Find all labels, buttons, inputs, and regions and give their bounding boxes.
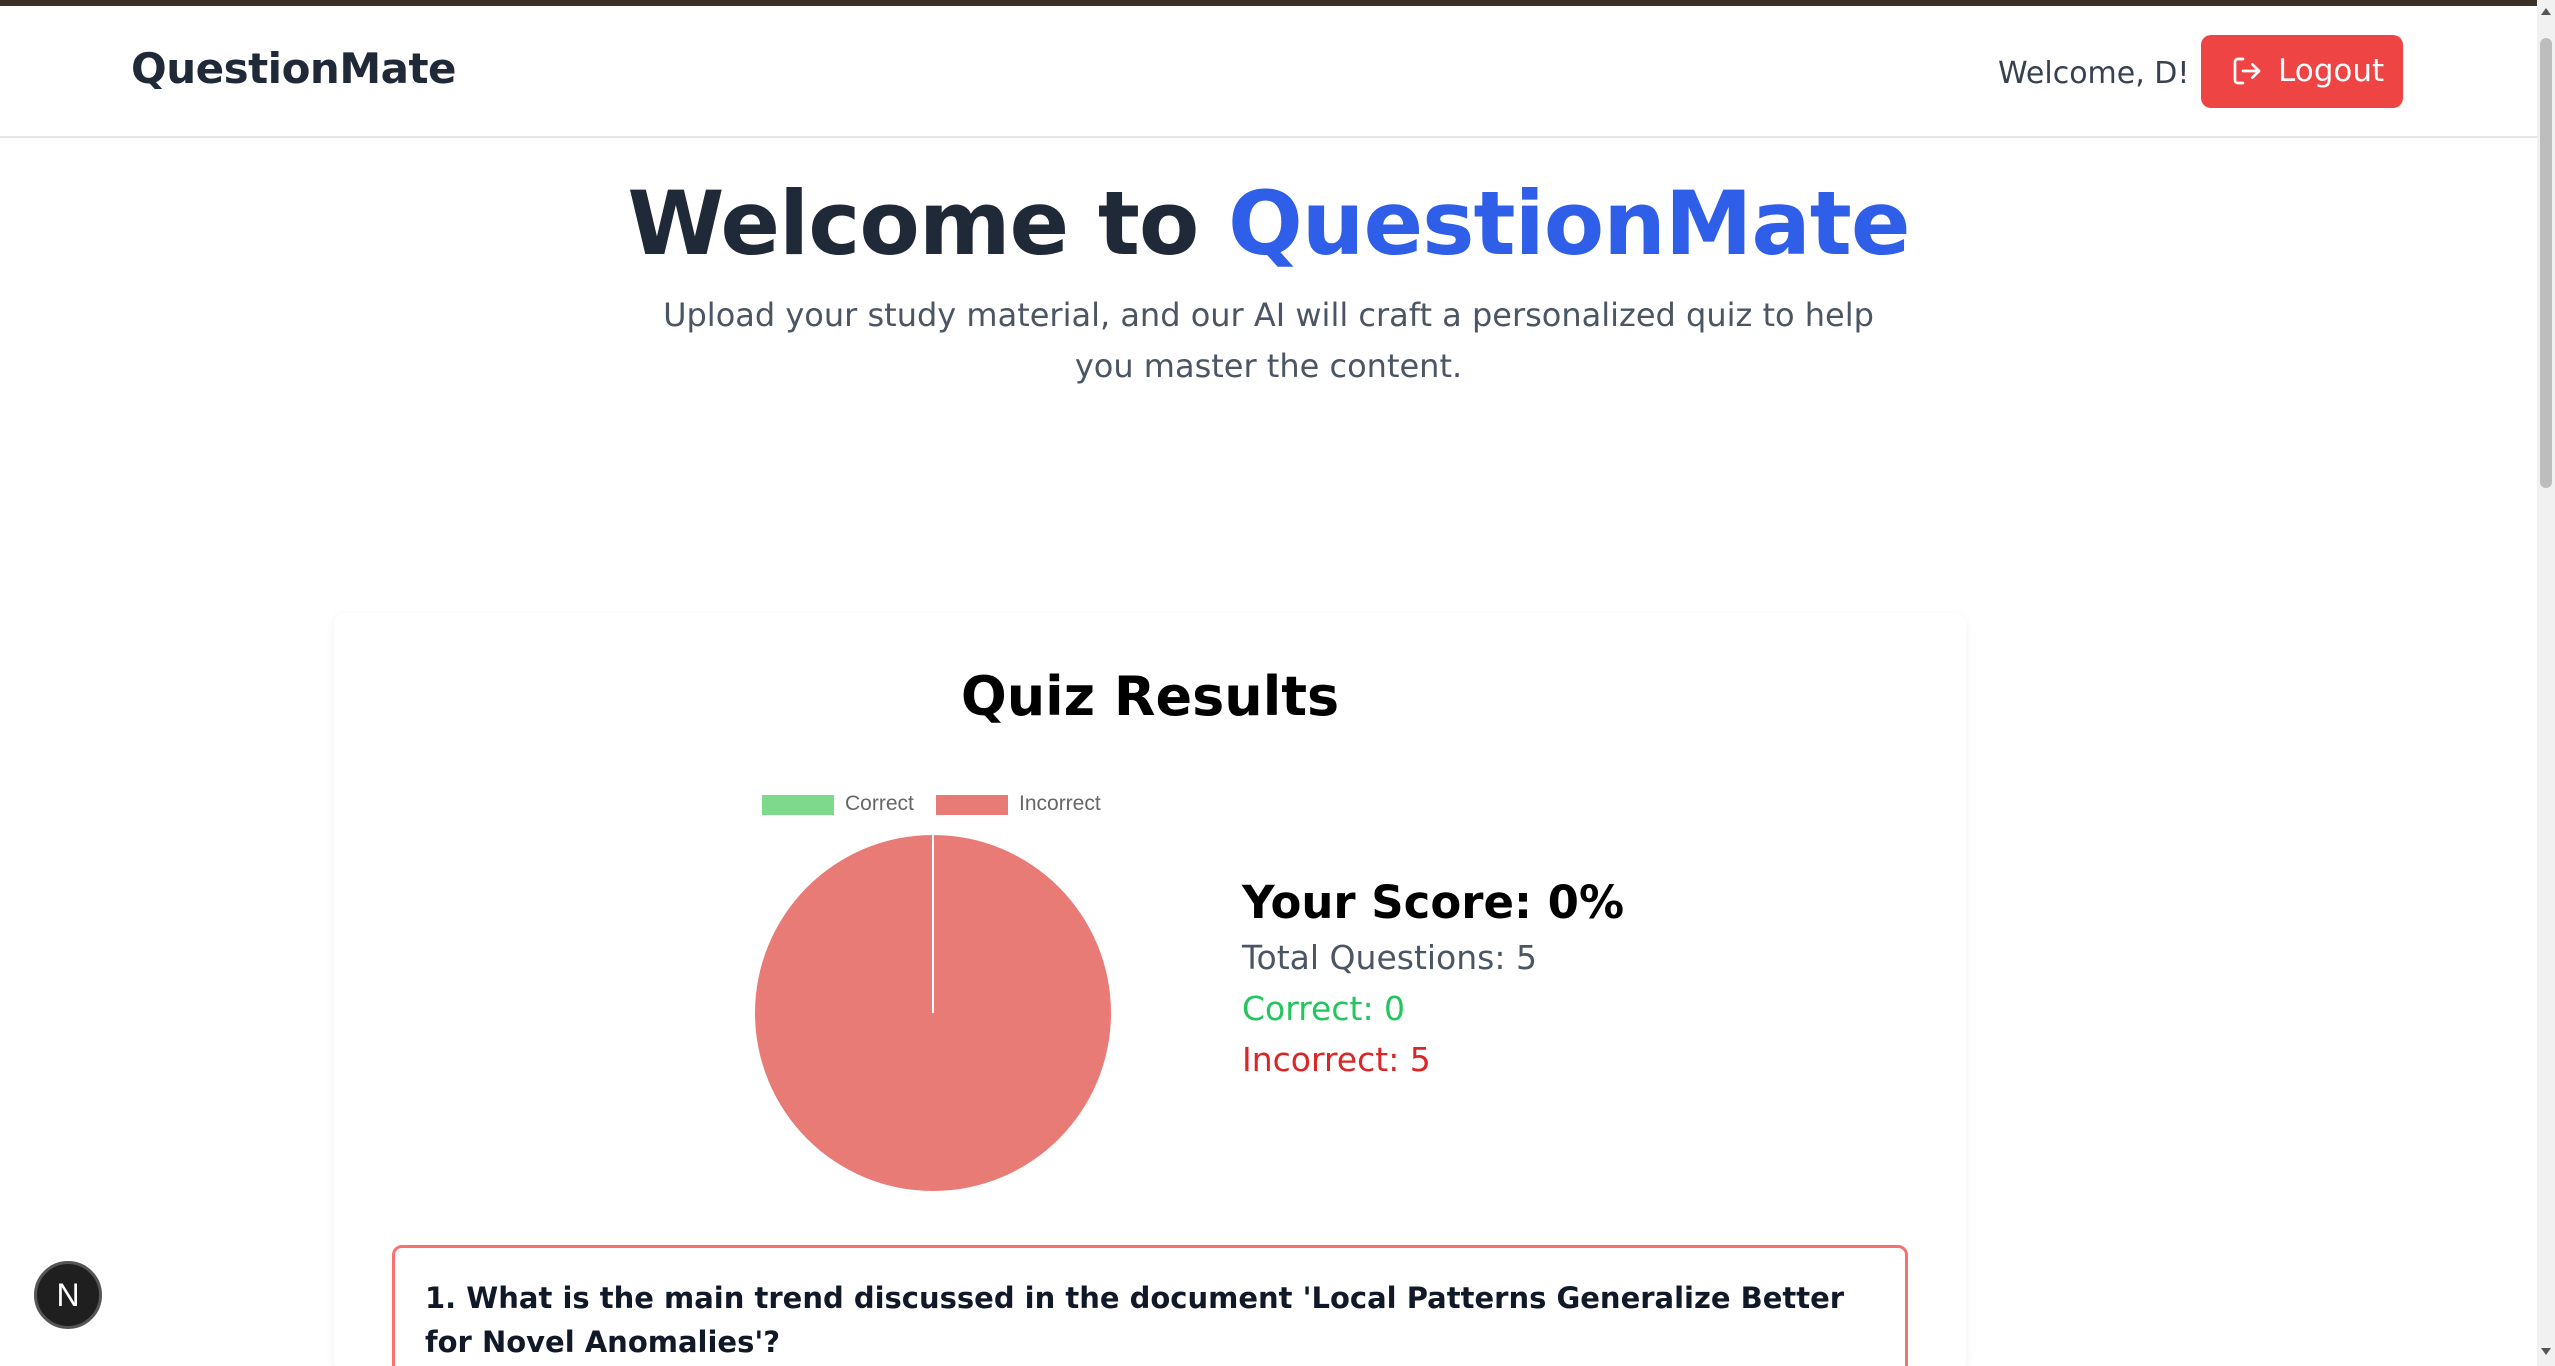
- hero-title-accent: QuestionMate: [1228, 172, 1911, 275]
- scroll-down-icon[interactable]: [2541, 1348, 2551, 1355]
- total-questions-text: Total Questions: 5: [1242, 938, 1537, 977]
- navbar: QuestionMate Welcome, D! Logout: [0, 6, 2537, 138]
- quiz-results-title: Quiz Results: [960, 665, 1340, 728]
- score-percentage: Your Score: 0%: [1242, 876, 1625, 929]
- hero-subtitle: Upload your study material, and our AI w…: [663, 296, 1874, 385]
- legend-swatch-correct: [762, 795, 834, 815]
- legend-label-incorrect: Incorrect: [1019, 792, 1101, 815]
- results-pie-chart: [755, 835, 1111, 1191]
- welcome-user-text: Welcome, D!: [1998, 56, 2190, 91]
- legend-swatch-incorrect: [936, 795, 1008, 815]
- legend-label-correct: Correct: [845, 792, 914, 815]
- logout-icon: [2233, 57, 2261, 85]
- logout-button[interactable]: Logout: [2201, 35, 2403, 108]
- hero-title: Welcome to QuestionMate: [0, 172, 2537, 275]
- logout-label: Logout: [2278, 53, 2385, 89]
- correct-count-text: Correct: 0: [1242, 989, 1406, 1028]
- scroll-up-icon[interactable]: [2541, 8, 2551, 15]
- nextjs-dev-badge[interactable]: N: [34, 1261, 102, 1329]
- incorrect-count-text: Incorrect: 5: [1242, 1040, 1431, 1079]
- question-1-text: 1. What is the main trend discussed in t…: [425, 1281, 1845, 1359]
- brand-logo[interactable]: QuestionMate: [131, 44, 457, 93]
- page-scrollbar[interactable]: [2537, 0, 2555, 1366]
- hero-title-prefix: Welcome to: [627, 172, 1228, 275]
- page: QuestionMate Welcome, D! Logout Welcome …: [0, 0, 2555, 1366]
- scrollbar-thumb[interactable]: [2540, 38, 2552, 488]
